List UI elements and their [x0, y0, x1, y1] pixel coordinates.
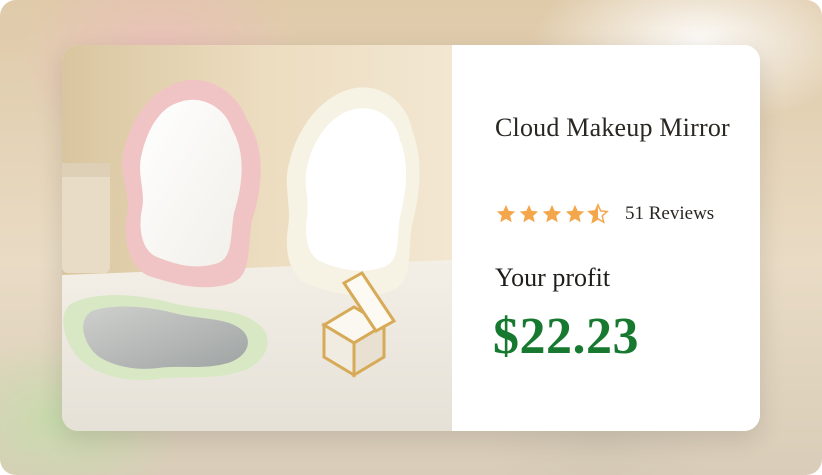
reviews-count[interactable]: 51 Reviews	[625, 203, 714, 225]
product-card[interactable]: Cloud Makeup Mirror 51 Reviews Your prof…	[62, 45, 760, 431]
star-half-icon	[587, 203, 609, 224]
star-icon	[565, 204, 585, 223]
product-info-panel: Cloud Makeup Mirror 51 Reviews Your prof…	[452, 45, 760, 431]
blurred-backdrop: Cloud Makeup Mirror 51 Reviews Your prof…	[0, 0, 822, 475]
profit-label: Your profit	[495, 263, 611, 292]
product-image	[62, 45, 452, 431]
star-rating	[495, 203, 609, 225]
rating-row[interactable]: 51 Reviews	[495, 201, 714, 227]
product-title: Cloud Makeup Mirror	[495, 113, 730, 142]
star-icon	[542, 204, 562, 223]
star-icon	[496, 204, 516, 223]
star-icon	[519, 204, 539, 223]
profit-value: $22.23	[493, 308, 639, 365]
